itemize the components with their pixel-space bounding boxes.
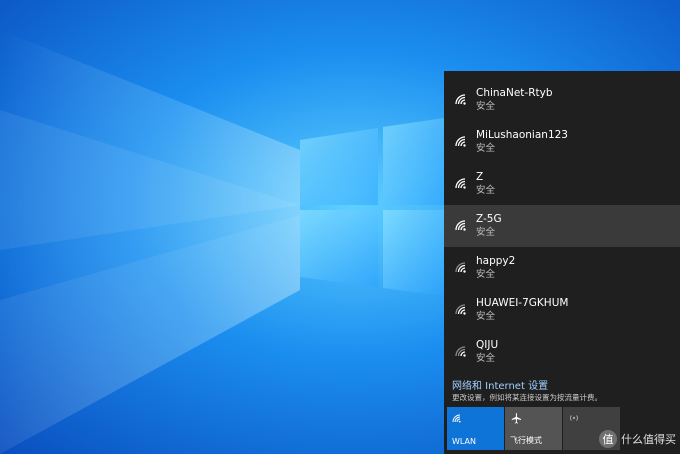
network-item-selected[interactable]: Z-5G 安全 <box>444 205 680 247</box>
network-name: QIJU <box>476 339 499 351</box>
wifi-signal-icon <box>455 262 466 273</box>
wifi-signal-icon <box>455 94 466 105</box>
network-internet-settings-link[interactable]: 网络和 Internet 设置 <box>452 377 548 392</box>
network-name: happy2 <box>476 255 516 267</box>
watermark-text: 什么值得买 <box>621 433 676 446</box>
airplane-tile-label: 飞行模式 <box>510 436 542 445</box>
network-security-status: 安全 <box>476 227 496 238</box>
network-security-status: 安全 <box>476 143 496 154</box>
watermark-badge: 值 <box>599 430 617 448</box>
network-security-status: 安全 <box>476 353 496 364</box>
network-flyout: ChinaNet-Rtyb 安全 MiLushaonian123 安全 Z 安全 <box>444 71 680 454</box>
network-item[interactable]: Z 安全 <box>444 163 680 205</box>
wifi-signal-icon <box>455 304 466 315</box>
network-name: Z-5G <box>476 213 502 225</box>
network-security-status: 安全 <box>476 185 496 196</box>
network-security-status: 安全 <box>476 101 496 112</box>
wlan-toggle-tile[interactable]: WLAN <box>447 407 504 450</box>
network-item[interactable]: QIJU 安全 <box>444 331 680 373</box>
wifi-icon <box>452 414 461 423</box>
wlan-tile-label: WLAN <box>452 437 477 446</box>
network-item[interactable]: happy2 安全 <box>444 247 680 289</box>
network-name: ChinaNet-Rtyb <box>476 87 553 99</box>
watermark: 值 什么值得买 <box>599 430 676 448</box>
wifi-signal-icon <box>455 220 466 231</box>
network-name: HUAWEI-7GKHUM <box>476 297 569 309</box>
wifi-signal-icon <box>455 178 466 189</box>
network-security-status: 安全 <box>476 269 496 280</box>
airplane-mode-tile[interactable]: 飞行模式 <box>505 407 562 450</box>
wifi-signal-icon <box>455 136 466 147</box>
wifi-signal-icon <box>455 346 466 357</box>
network-item[interactable]: HUAWEI-7GKHUM 安全 <box>444 289 680 331</box>
hotspot-icon <box>569 415 579 421</box>
network-name: MiLushaonian123 <box>476 129 568 141</box>
network-security-status: 安全 <box>476 311 496 322</box>
airplane-icon <box>511 413 521 424</box>
network-name: Z <box>476 171 484 183</box>
network-item[interactable]: MiLushaonian123 安全 <box>444 121 680 163</box>
settings-description: 更改设置，例如将某连接设置为按流量计费。 <box>452 393 602 402</box>
network-item[interactable]: ChinaNet-Rtyb 安全 <box>444 79 680 121</box>
